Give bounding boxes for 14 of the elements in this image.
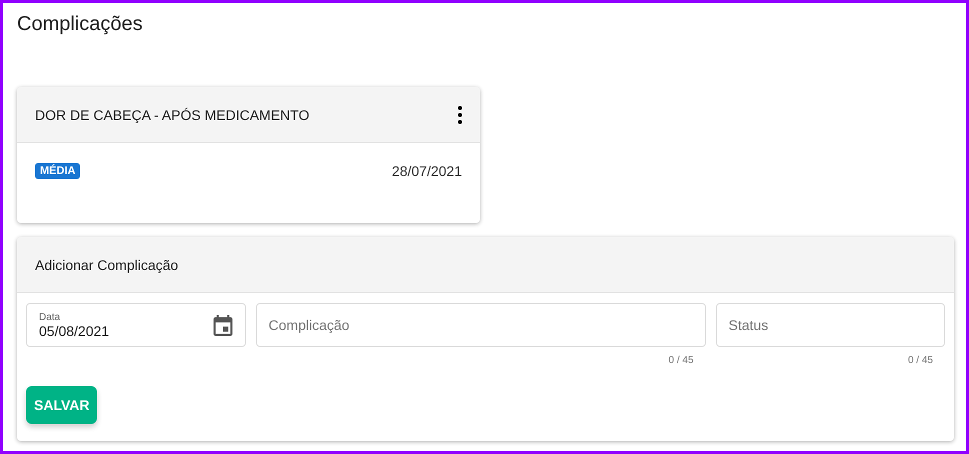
more-icon[interactable] [458, 106, 462, 124]
field-label: Data [39, 312, 62, 322]
character-counter: 0 / 45 [908, 355, 933, 366]
complication-date: 28/07/2021 [392, 163, 462, 179]
field-value: 05/08/2021 [39, 322, 110, 338]
character-counter: 0 / 45 [668, 355, 694, 366]
severity-badge: MÉDIA [35, 163, 80, 179]
form-title: Adicionar Complicação [35, 256, 178, 272]
complication-title: DOR DE CABEÇA - APÓS MEDICAMENTO [35, 106, 310, 122]
page-title: Complicações [17, 12, 144, 37]
calendar-icon[interactable] [212, 314, 233, 336]
text-field[interactable]: Complicação [256, 303, 706, 347]
text-field[interactable]: Status [716, 303, 945, 347]
date-field[interactable]: Data 05/08/2021 [26, 303, 246, 347]
